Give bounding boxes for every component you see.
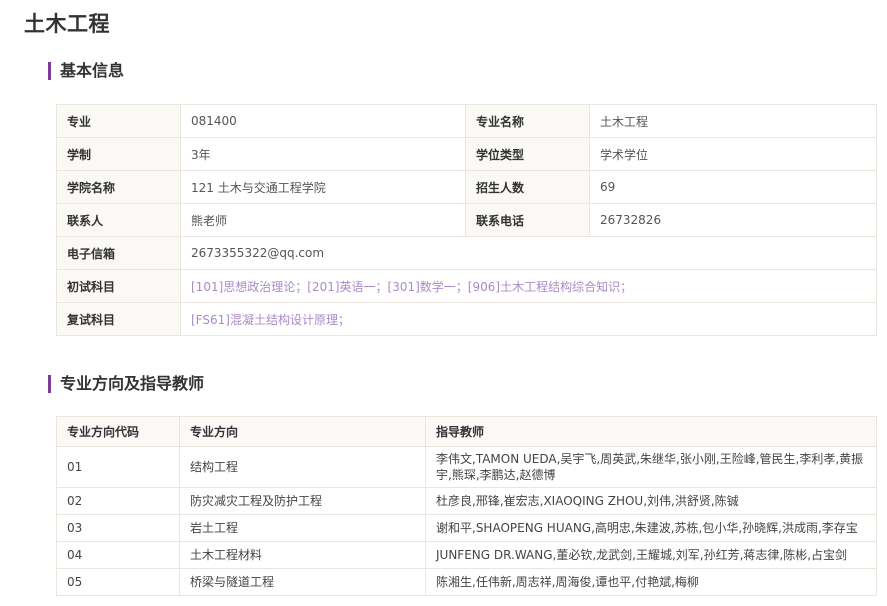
initial-exam-label: 初试科目 [56,269,181,303]
table-row: 02 防灾减灾工程及防护工程 杜彦良,邢锋,崔宏志,XIAOQING ZHOU,… [56,487,877,515]
enrollment-value: 69 [589,170,877,204]
direction-name: 岩土工程 [179,514,426,542]
major-value: 081400 [180,104,466,138]
major-name-label: 专业名称 [465,104,590,138]
direction-code: 03 [56,514,180,542]
section-title-basic-info: 基本信息 [48,62,124,80]
directions-table: 专业方向代码 专业方向 指导教师 01 结构工程 李伟文,TAMON UEDA,… [56,416,877,596]
table-row: 学制 3年 学位类型 学术学位 [56,137,877,171]
table-header-row: 专业方向代码 专业方向 指导教师 [56,416,877,447]
direction-advisors: 李伟文,TAMON UEDA,吴宇飞,周英武,朱继华,张小刚,王险峰,管民生,李… [425,446,877,488]
major-label: 专业 [56,104,181,138]
retest-subjects-link[interactable]: [FS61]混凝土结构设计原理； [180,302,877,336]
table-row: 电子信箱 2673355322@qq.com [56,236,877,270]
contact-value: 熊老师 [180,203,466,237]
table-row: 学院名称 121 土木与交通工程学院 招生人数 69 [56,170,877,204]
initial-exam-subjects-link[interactable]: [101]思想政治理论；[201]英语一；[301]数学一；[906]土木工程结… [180,269,877,303]
direction-name: 桥梁与隧道工程 [179,568,426,596]
email-value: 2673355322@qq.com [180,236,877,270]
direction-code: 01 [56,446,180,488]
direction-advisors: 杜彦良,邢锋,崔宏志,XIAOQING ZHOU,刘伟,洪舒贤,陈铖 [425,487,877,515]
degree-type-label: 学位类型 [465,137,590,171]
header-advisors: 指导教师 [425,416,877,447]
table-row: 初试科目 [101]思想政治理论；[201]英语一；[301]数学一；[906]… [56,269,877,303]
table-row: 01 结构工程 李伟文,TAMON UEDA,吴宇飞,周英武,朱继华,张小刚,王… [56,446,877,488]
direction-code: 04 [56,541,180,569]
table-row: 联系人 熊老师 联系电话 26732826 [56,203,877,237]
duration-label: 学制 [56,137,181,171]
direction-name: 防灾减灾工程及防护工程 [179,487,426,515]
direction-code: 02 [56,487,180,515]
direction-code: 05 [56,568,180,596]
direction-advisors: 谢和平,SHAOPENG HUANG,高明忠,朱建波,苏栋,包小华,孙晓辉,洪成… [425,514,877,542]
direction-name: 结构工程 [179,446,426,488]
table-row: 03 岩土工程 谢和平,SHAOPENG HUANG,高明忠,朱建波,苏栋,包小… [56,514,877,542]
college-label: 学院名称 [56,170,181,204]
direction-advisors: JUNFENG DR.WANG,董必钦,龙武剑,王耀城,刘军,孙红芳,蒋志律,陈… [425,541,877,569]
duration-value: 3年 [180,137,466,171]
contact-label: 联系人 [56,203,181,237]
table-row: 复试科目 [FS61]混凝土结构设计原理； [56,302,877,336]
enrollment-label: 招生人数 [465,170,590,204]
header-code: 专业方向代码 [56,416,180,447]
direction-advisors: 陈湘生,任伟新,周志祥,周海俊,谭也平,付艳斌,梅柳 [425,568,877,596]
section-title-directions: 专业方向及指导教师 [48,375,204,393]
retest-label: 复试科目 [56,302,181,336]
direction-name: 土木工程材料 [179,541,426,569]
phone-label: 联系电话 [465,203,590,237]
major-name-value: 土木工程 [589,104,877,138]
phone-value: 26732826 [589,203,877,237]
basic-info-table: 专业 081400 专业名称 土木工程 学制 3年 学位类型 学术学位 学院名称… [56,104,877,336]
college-value: 121 土木与交通工程学院 [180,170,466,204]
degree-type-value: 学术学位 [589,137,877,171]
table-row: 专业 081400 专业名称 土木工程 [56,104,877,138]
table-row: 05 桥梁与隧道工程 陈湘生,任伟新,周志祥,周海俊,谭也平,付艳斌,梅柳 [56,568,877,596]
header-direction: 专业方向 [179,416,426,447]
page-title: 土木工程 [24,12,110,36]
email-label: 电子信箱 [56,236,181,270]
table-row: 04 土木工程材料 JUNFENG DR.WANG,董必钦,龙武剑,王耀城,刘军… [56,541,877,569]
